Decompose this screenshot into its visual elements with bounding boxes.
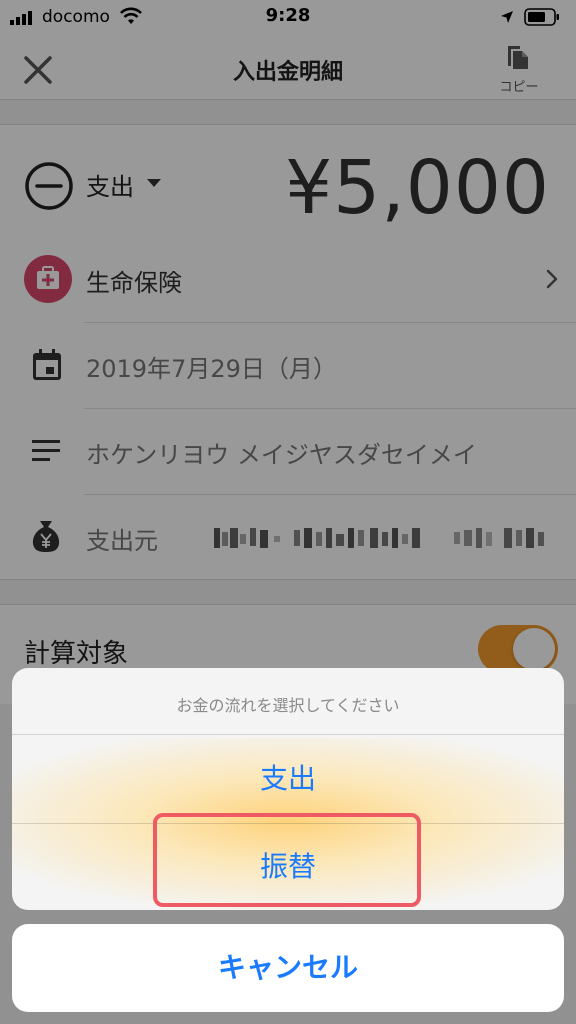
- divider: [12, 734, 564, 735]
- option-expense-button[interactable]: 支出: [12, 736, 564, 822]
- highlight-annotation: [153, 813, 421, 907]
- cancel-button[interactable]: キャンセル: [12, 924, 564, 1012]
- action-sheet-title: お金の流れを選択してください: [176, 696, 400, 715]
- flow-selection-action-sheet: お金の流れを選択してください 支出 振替: [12, 668, 564, 910]
